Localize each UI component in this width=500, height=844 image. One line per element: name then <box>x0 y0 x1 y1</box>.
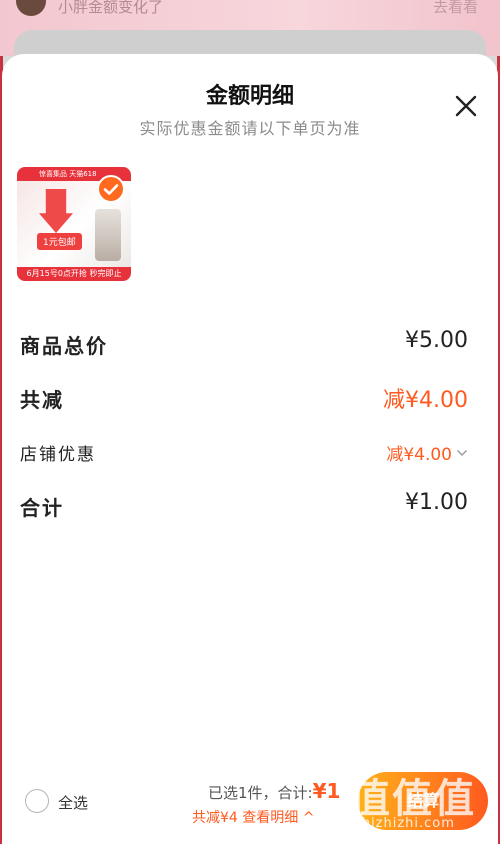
close-icon[interactable] <box>454 94 478 118</box>
row-label: 商品总价 <box>20 334 108 358</box>
row-total-discount: 共减 减¥4.00 <box>20 376 468 416</box>
row-total-price: 商品总价 ¥5.00 <box>20 322 468 362</box>
row-value: ¥5.00 <box>405 328 468 353</box>
amount-detail-sheet: 金额明细 实际优惠金额请以下单页为准 惊喜集品 天猫618 1元包邮 6月15号… <box>2 54 498 844</box>
row-value: 减¥4.00 <box>386 440 468 465</box>
row-label: 店铺优惠 <box>20 445 96 465</box>
row-value: ¥1.00 <box>405 490 468 515</box>
select-all-radio[interactable] <box>25 789 49 813</box>
row-store-discount[interactable]: 店铺优惠 减¥4.00 <box>20 430 468 470</box>
selected-amount: ¥1 <box>312 779 341 803</box>
sheet-subtitle: 实际优惠金额请以下单页为准 <box>139 119 361 138</box>
bottle-graphic <box>95 209 121 261</box>
saved-text: 共减¥4 查看明细 <box>192 810 299 826</box>
store-discount-value: 减¥4.00 <box>386 445 452 465</box>
row-grand-total: 合计 ¥1.00 <box>20 484 468 524</box>
product-badge: 1元包邮 <box>37 233 82 250</box>
selected-check-icon[interactable] <box>97 175 125 203</box>
row-label: 共减 <box>20 388 64 412</box>
background-notice: 小胖金额变化了 <box>58 0 164 16</box>
select-all-label[interactable]: 全选 <box>58 792 88 813</box>
row-label: 合计 <box>20 496 64 520</box>
watermark-url: zhizhizhi.com <box>354 816 455 831</box>
sheet-title: 金额明细 <box>205 84 294 109</box>
row-value: 减¥4.00 <box>383 388 468 413</box>
product-bottom-banner: 6月15号0点开抢 秒完即止 <box>17 267 131 281</box>
selected-summary: 已选1件，合计:¥1 <box>208 779 340 803</box>
background-link: 去看看 <box>432 0 478 16</box>
chevron-up-icon: ^ <box>302 810 315 826</box>
view-detail-link[interactable]: 共减¥4 查看明细 ^ <box>192 807 314 827</box>
selected-prefix: 已选1件，合计: <box>208 784 313 802</box>
avatar <box>16 0 46 16</box>
chevron-down-icon[interactable] <box>456 448 468 458</box>
